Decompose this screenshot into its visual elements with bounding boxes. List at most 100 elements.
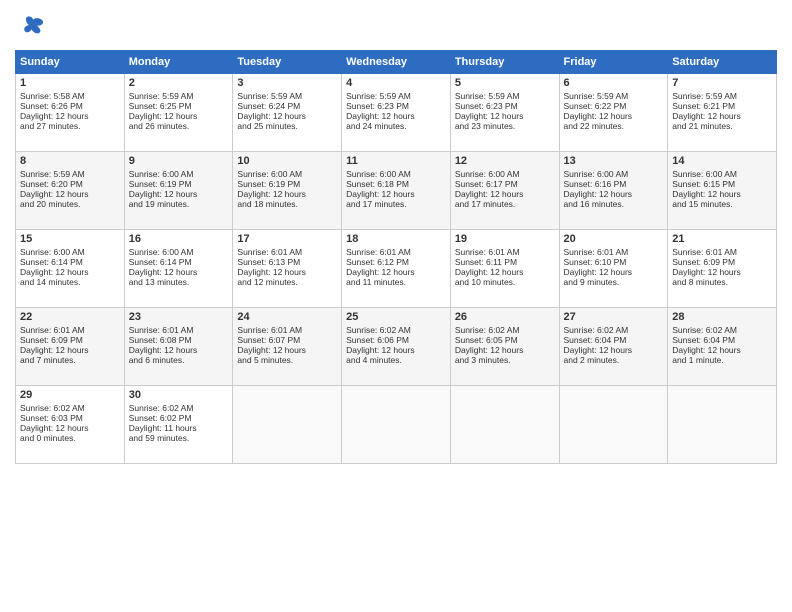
week-row-2: 8Sunrise: 5:59 AMSunset: 6:20 PMDaylight… — [16, 152, 777, 230]
day-info-line: Sunrise: 6:02 AM — [564, 325, 664, 335]
day-number: 27 — [564, 311, 664, 323]
day-info-line: Daylight: 12 hours — [20, 267, 120, 277]
day-info-line: Daylight: 12 hours — [564, 345, 664, 355]
week-row-3: 15Sunrise: 6:00 AMSunset: 6:14 PMDayligh… — [16, 230, 777, 308]
day-info-line: Daylight: 12 hours — [129, 345, 229, 355]
day-info-line: and 4 minutes. — [346, 355, 446, 365]
day-info-line: Daylight: 12 hours — [20, 189, 120, 199]
day-number: 2 — [129, 77, 229, 89]
day-info-line: and 3 minutes. — [455, 355, 555, 365]
weekday-header-saturday: Saturday — [668, 51, 777, 74]
calendar-cell: 15 Sunrise: 6:00 AMSunset: 6:14 PMDayligh… — [16, 230, 125, 308]
day-info-line: Sunrise: 5:59 AM — [564, 91, 664, 101]
weekday-header-thursday: Thursday — [450, 51, 559, 74]
day-number: 4 — [346, 77, 446, 89]
header-row: SundayMondayTuesdayWednesdayThursdayFrid… — [16, 51, 777, 74]
day-info-line: and 13 minutes. — [129, 277, 229, 287]
day-info-line: and 15 minutes. — [672, 199, 772, 209]
calendar-cell — [233, 386, 342, 464]
day-info-line: Sunset: 6:20 PM — [20, 179, 120, 189]
day-number: 29 — [20, 389, 120, 401]
day-info-line: Sunrise: 5:58 AM — [20, 91, 120, 101]
day-info-line: Sunset: 6:09 PM — [672, 257, 772, 267]
calendar-cell: 20Sunrise: 6:01 AMSunset: 6:10 PMDayligh… — [559, 230, 668, 308]
day-info-line: Daylight: 12 hours — [237, 345, 337, 355]
day-info-line: and 19 minutes. — [129, 199, 229, 209]
calendar-cell: 28Sunrise: 6:02 AMSunset: 6:04 PMDayligh… — [668, 308, 777, 386]
day-info-line: Daylight: 12 hours — [346, 189, 446, 199]
day-info-line: and 26 minutes. — [129, 121, 229, 131]
week-row-4: 22Sunrise: 6:01 AMSunset: 6:09 PMDayligh… — [16, 308, 777, 386]
calendar-cell: 26Sunrise: 6:02 AMSunset: 6:05 PMDayligh… — [450, 308, 559, 386]
day-info-line: Sunrise: 5:59 AM — [455, 91, 555, 101]
day-info-line: Sunrise: 6:00 AM — [20, 247, 120, 257]
day-info-line: and 2 minutes. — [564, 355, 664, 365]
calendar-cell: 19Sunrise: 6:01 AMSunset: 6:11 PMDayligh… — [450, 230, 559, 308]
day-info-line: Sunrise: 5:59 AM — [237, 91, 337, 101]
day-info-line: Sunrise: 6:02 AM — [346, 325, 446, 335]
day-number: 19 — [455, 233, 555, 245]
day-info-line: Daylight: 12 hours — [564, 111, 664, 121]
day-info-line: Daylight: 12 hours — [129, 267, 229, 277]
day-number: 25 — [346, 311, 446, 323]
day-number: 17 — [237, 233, 337, 245]
day-info-line: Sunrise: 6:02 AM — [455, 325, 555, 335]
calendar-cell: 8Sunrise: 5:59 AMSunset: 6:20 PMDaylight… — [16, 152, 125, 230]
day-info-line: and 27 minutes. — [20, 121, 120, 131]
day-info-line: and 11 minutes. — [346, 277, 446, 287]
logo-bird-icon — [19, 14, 47, 42]
day-info-line: Sunrise: 6:00 AM — [672, 169, 772, 179]
calendar-cell: 11Sunrise: 6:00 AMSunset: 6:18 PMDayligh… — [342, 152, 451, 230]
day-info-line: Daylight: 12 hours — [237, 111, 337, 121]
day-info-line: Sunrise: 6:00 AM — [129, 247, 229, 257]
day-info-line: Daylight: 12 hours — [672, 345, 772, 355]
day-number: 20 — [564, 233, 664, 245]
header — [15, 10, 777, 42]
day-info-line: and 20 minutes. — [20, 199, 120, 209]
calendar-cell: 24Sunrise: 6:01 AMSunset: 6:07 PMDayligh… — [233, 308, 342, 386]
day-info-line: Sunrise: 6:00 AM — [564, 169, 664, 179]
day-info-line: and 25 minutes. — [237, 121, 337, 131]
day-info-line: Sunset: 6:06 PM — [346, 335, 446, 345]
day-info-line: Sunset: 6:02 PM — [129, 413, 229, 423]
day-number: 30 — [129, 389, 229, 401]
day-info-line: and 17 minutes. — [346, 199, 446, 209]
day-info-line: and 16 minutes. — [564, 199, 664, 209]
day-info-line: Sunset: 6:12 PM — [346, 257, 446, 267]
day-number: 16 — [129, 233, 229, 245]
day-info-line: Sunrise: 6:02 AM — [672, 325, 772, 335]
calendar-cell: 17Sunrise: 6:01 AMSunset: 6:13 PMDayligh… — [233, 230, 342, 308]
day-info-line: Daylight: 12 hours — [455, 267, 555, 277]
day-number: 13 — [564, 155, 664, 167]
day-info-line: Daylight: 12 hours — [346, 345, 446, 355]
day-number: 10 — [237, 155, 337, 167]
day-info-line: Sunrise: 6:00 AM — [129, 169, 229, 179]
day-info-line: Daylight: 12 hours — [129, 189, 229, 199]
calendar-cell: 10Sunrise: 6:00 AMSunset: 6:19 PMDayligh… — [233, 152, 342, 230]
calendar-cell: 14Sunrise: 6:00 AMSunset: 6:15 PMDayligh… — [668, 152, 777, 230]
day-info-line: Sunrise: 6:01 AM — [237, 325, 337, 335]
calendar-cell: 5Sunrise: 5:59 AMSunset: 6:23 PMDaylight… — [450, 74, 559, 152]
calendar-table: SundayMondayTuesdayWednesdayThursdayFrid… — [15, 50, 777, 464]
day-info-line: Sunset: 6:14 PM — [20, 257, 120, 267]
calendar-cell: 4Sunrise: 5:59 AMSunset: 6:23 PMDaylight… — [342, 74, 451, 152]
calendar-cell — [559, 386, 668, 464]
day-info-line: and 12 minutes. — [237, 277, 337, 287]
day-info-line: and 9 minutes. — [564, 277, 664, 287]
day-info-line: Daylight: 12 hours — [20, 423, 120, 433]
day-info-line: Daylight: 11 hours — [129, 423, 229, 433]
calendar-cell — [342, 386, 451, 464]
day-info-line: Sunrise: 6:01 AM — [346, 247, 446, 257]
day-info-line: and 1 minute. — [672, 355, 772, 365]
day-number: 9 — [129, 155, 229, 167]
calendar-cell: 3Sunrise: 5:59 AMSunset: 6:24 PMDaylight… — [233, 74, 342, 152]
day-info-line: Daylight: 12 hours — [564, 189, 664, 199]
day-info-line: Sunset: 6:03 PM — [20, 413, 120, 423]
day-number: 28 — [672, 311, 772, 323]
day-info-line: Sunrise: 6:02 AM — [20, 403, 120, 413]
day-number: 15 — [20, 233, 120, 245]
day-number: 21 — [672, 233, 772, 245]
day-info-line: Sunset: 6:14 PM — [129, 257, 229, 267]
week-row-5: 29Sunrise: 6:02 AMSunset: 6:03 PMDayligh… — [16, 386, 777, 464]
day-info-line: and 21 minutes. — [672, 121, 772, 131]
